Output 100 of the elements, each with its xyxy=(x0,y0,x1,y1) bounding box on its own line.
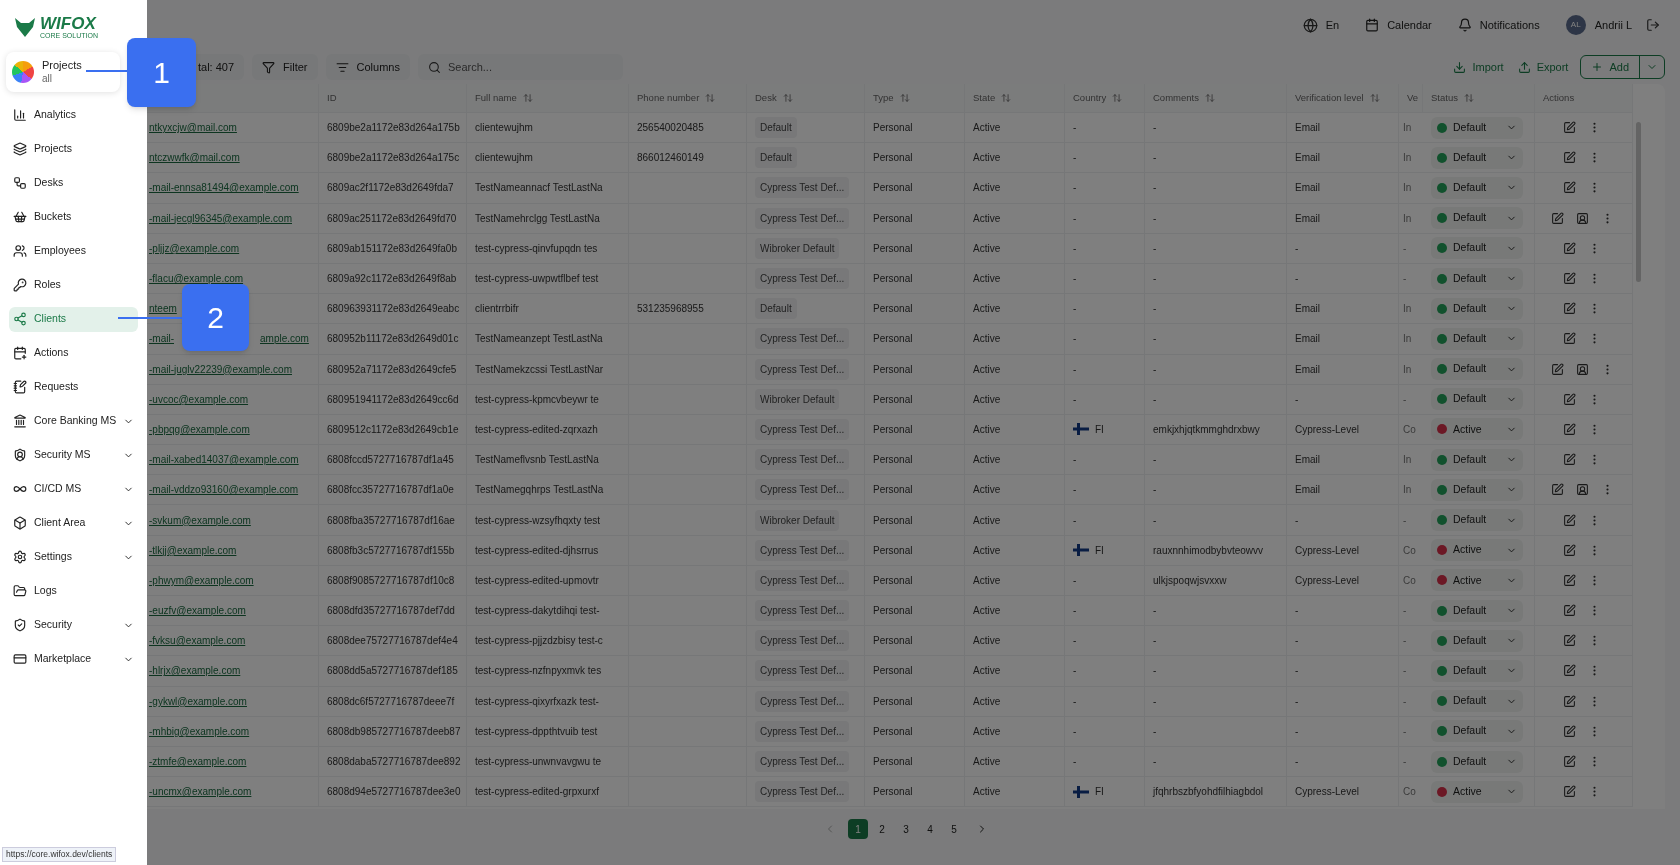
edit-icon[interactable] xyxy=(1551,211,1564,225)
sidebar-item[interactable]: Core Banking MS xyxy=(9,408,138,434)
column-header[interactable]: State xyxy=(973,90,996,106)
sort-icon[interactable] xyxy=(1112,93,1123,103)
contact-icon[interactable] xyxy=(1576,483,1589,497)
email-link[interactable]: -mail-ennsa81494@example.com xyxy=(149,180,299,196)
edit-icon[interactable] xyxy=(1551,483,1564,497)
edit-icon[interactable] xyxy=(1563,392,1576,406)
sidebar-item[interactable]: CI/CD MS xyxy=(9,476,138,502)
email-link[interactable]: -mail-vddzo93160@example.com xyxy=(149,482,299,498)
column-header[interactable]: Desk xyxy=(755,90,777,106)
column-header[interactable]: Verification level xyxy=(1295,90,1364,106)
edit-icon[interactable] xyxy=(1563,694,1576,708)
sidebar-item[interactable]: Marketplace xyxy=(9,646,138,672)
scrollbar-thumb[interactable] xyxy=(1635,122,1641,282)
status-dropdown[interactable]: Default xyxy=(1431,448,1523,471)
user-avatar[interactable]: AL xyxy=(1565,15,1586,35)
status-dropdown[interactable]: Default xyxy=(1431,358,1523,381)
status-dropdown[interactable]: Default xyxy=(1431,207,1523,230)
status-dropdown[interactable]: Active xyxy=(1431,780,1523,803)
column-header[interactable]: Comments xyxy=(1153,90,1199,106)
edit-icon[interactable] xyxy=(1563,272,1576,286)
columns-button[interactable]: Columns xyxy=(325,54,410,80)
sort-icon[interactable] xyxy=(1369,93,1380,103)
edit-icon[interactable] xyxy=(1563,181,1576,195)
status-dropdown[interactable]: Default xyxy=(1431,327,1523,350)
edit-icon[interactable] xyxy=(1563,543,1576,557)
sort-icon[interactable] xyxy=(1463,93,1474,103)
logout-icon[interactable] xyxy=(1646,18,1660,32)
sidebar-item[interactable]: Security xyxy=(9,612,138,638)
email-link[interactable]: -pljjz@example.com xyxy=(149,240,240,256)
status-dropdown[interactable]: Default xyxy=(1431,267,1523,290)
export-button[interactable]: Export xyxy=(1517,58,1569,76)
status-dropdown[interactable]: Default xyxy=(1431,690,1523,713)
edit-icon[interactable] xyxy=(1563,422,1576,436)
column-header[interactable]: Full name xyxy=(475,90,517,106)
sidebar-item[interactable]: Settings xyxy=(9,544,138,570)
email-link[interactable]: -ztmfe@example.com xyxy=(149,754,247,770)
email-link[interactable]: -hlrjx@example.com xyxy=(149,663,241,679)
email-link[interactable]: -mhbig@example.com xyxy=(149,723,250,739)
status-dropdown[interactable]: Active xyxy=(1431,539,1523,562)
edit-icon[interactable] xyxy=(1563,634,1576,648)
email-link[interactable]: -uvcoc@example.com xyxy=(149,391,249,407)
email-link[interactable]: nteem xyxy=(149,301,177,317)
email-link[interactable]: -gykwl@example.com xyxy=(149,693,247,709)
status-dropdown[interactable]: Default xyxy=(1431,659,1523,682)
sidebar-item[interactable]: Projects xyxy=(9,136,138,162)
column-header[interactable]: Type xyxy=(873,90,894,106)
globe-icon[interactable] xyxy=(1302,17,1318,33)
sort-icon[interactable] xyxy=(705,93,716,103)
email-link[interactable]: -pbpqg@example.com xyxy=(149,421,250,437)
email-link[interactable]: -tlkjj@example.com xyxy=(149,542,237,558)
sidebar-item[interactable]: Requests xyxy=(9,374,138,400)
edit-icon[interactable] xyxy=(1563,332,1576,346)
email-link[interactable]: -fvksu@example.com xyxy=(149,633,246,649)
email-link[interactable]: -mail-jecgl96345@example.com xyxy=(149,210,292,226)
status-dropdown[interactable]: Default xyxy=(1431,750,1523,773)
column-header[interactable]: Phone number xyxy=(637,90,700,106)
email-link[interactable]: ample.com xyxy=(260,331,309,347)
sidebar-item[interactable]: Desks xyxy=(9,170,138,196)
email-link[interactable]: -uncmx@example.com xyxy=(149,784,252,800)
status-dropdown[interactable]: Default xyxy=(1431,297,1523,320)
sidebar-item[interactable]: Security MS xyxy=(9,442,138,468)
page-button[interactable]: 1 xyxy=(848,819,868,839)
column-header[interactable]: Country xyxy=(1073,90,1107,106)
sort-icon[interactable] xyxy=(1204,93,1215,103)
edit-icon[interactable] xyxy=(1563,724,1576,738)
sort-icon[interactable] xyxy=(522,93,533,103)
notifications-button[interactable]: Notifications xyxy=(1457,16,1540,34)
page-button[interactable]: 2 xyxy=(872,819,892,839)
status-dropdown[interactable]: Active xyxy=(1431,569,1523,592)
sidebar-item[interactable]: Clients xyxy=(9,306,138,332)
edit-icon[interactable] xyxy=(1563,664,1576,678)
edit-icon[interactable] xyxy=(1563,785,1576,799)
status-dropdown[interactable]: Default xyxy=(1431,146,1523,169)
edit-icon[interactable] xyxy=(1563,302,1576,316)
email-link[interactable]: -mail-xabed14037@example.com xyxy=(149,452,299,468)
sort-icon[interactable] xyxy=(899,93,910,103)
email-link[interactable]: -euzfv@example.com xyxy=(149,603,246,619)
calendar-button[interactable]: Calendar xyxy=(1365,16,1432,34)
email-link[interactable]: -mail-juglv22239@example.com xyxy=(149,361,292,377)
edit-icon[interactable] xyxy=(1563,151,1576,165)
edit-icon[interactable] xyxy=(1563,121,1576,135)
status-dropdown[interactable]: Default xyxy=(1431,237,1523,260)
status-dropdown[interactable]: Default xyxy=(1431,388,1523,411)
sidebar-item[interactable]: Logs xyxy=(9,578,138,604)
email-link[interactable]: ntkyxcjw@mail.com xyxy=(149,120,237,136)
status-dropdown[interactable]: Default xyxy=(1431,176,1523,199)
email-link[interactable]: -flacu@example.com xyxy=(149,271,244,287)
page-button[interactable]: 3 xyxy=(896,819,916,839)
status-dropdown[interactable]: Default xyxy=(1431,599,1523,622)
sidebar-item[interactable]: Buckets xyxy=(9,204,138,230)
import-button[interactable]: Import xyxy=(1453,58,1504,76)
edit-icon[interactable] xyxy=(1563,573,1576,587)
email-link[interactable]: -svkum@example.com xyxy=(149,512,251,528)
edit-icon[interactable] xyxy=(1563,453,1576,467)
sort-icon[interactable] xyxy=(782,93,793,103)
page-button[interactable]: 4 xyxy=(920,819,940,839)
email-link[interactable]: ntczwwfk@mail.com xyxy=(149,150,240,166)
status-dropdown[interactable]: Default xyxy=(1431,629,1523,652)
